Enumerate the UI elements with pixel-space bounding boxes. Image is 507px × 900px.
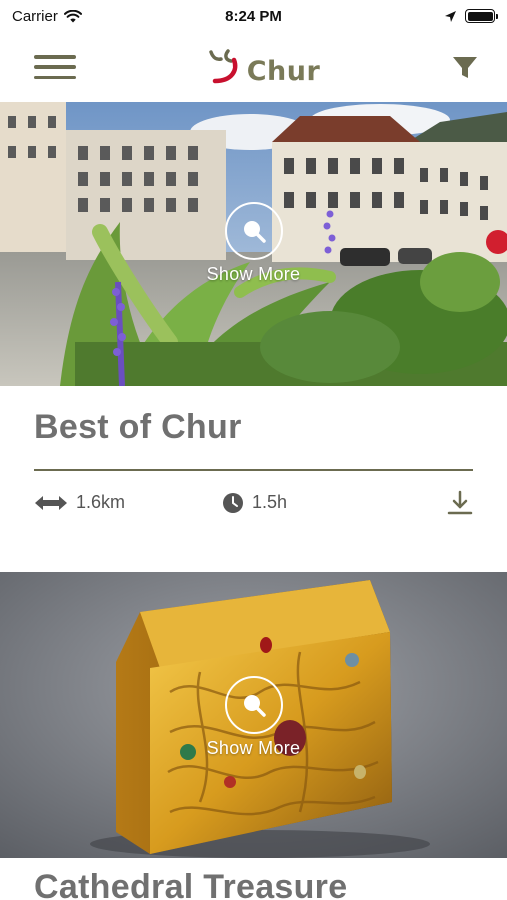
magnifier-icon: [243, 695, 266, 717]
tour-meta: 1.6km 1.5h: [34, 490, 473, 516]
download-icon[interactable]: [447, 490, 473, 516]
show-more-button[interactable]: Show More: [0, 202, 507, 285]
show-more-button[interactable]: Show More: [0, 676, 507, 759]
carrier-label: Carrier: [12, 7, 58, 25]
location-arrow-icon: [445, 10, 456, 22]
wifi-icon: [63, 9, 82, 22]
filter-funnel-icon[interactable]: [451, 53, 479, 81]
menu-bar-middle: [34, 65, 76, 69]
status-left: Carrier: [12, 8, 82, 25]
tour-title[interactable]: Best of Chur: [34, 408, 473, 447]
show-more-circle: [224, 202, 283, 260]
tour-card-body: Cathedral Treasure: [0, 858, 507, 900]
tour-distance: 1.6km: [34, 492, 222, 513]
battery-icon: [465, 9, 498, 23]
menu-bar-bottom: [34, 75, 76, 79]
show-more-circle: [224, 676, 283, 734]
card-divider: [34, 469, 473, 471]
logo-text: Chur: [246, 55, 321, 87]
duration-value: 1.5h: [252, 492, 288, 512]
app-logo: Chur: [207, 48, 321, 87]
app-header: Chur: [0, 32, 507, 102]
status-right: [444, 9, 498, 23]
chur-logo-icon: [208, 49, 238, 84]
status-bar: Carrier 8:24 PM: [0, 0, 507, 32]
clock-icon: [223, 492, 243, 513]
menu-bar-top: [34, 55, 76, 59]
hamburger-menu-icon[interactable]: [34, 52, 76, 82]
tour-duration: 1.5h: [222, 492, 436, 514]
tour-title[interactable]: Cathedral Treasure: [34, 868, 473, 900]
tour-image-town-square[interactable]: Show More: [0, 102, 507, 386]
tour-card[interactable]: Show More Cathedral Treasure: [0, 572, 507, 900]
show-more-label: Show More: [206, 264, 301, 284]
distance-value: 1.6km: [76, 492, 126, 512]
magnifier-icon: [243, 221, 266, 243]
tour-image-reliquary[interactable]: Show More: [0, 572, 507, 858]
show-more-label: Show More: [206, 738, 301, 758]
battery-level: [467, 11, 493, 21]
distance-arrows-icon: [35, 495, 67, 510]
tour-card-body: Best of Chur 1.6km 1.5h: [0, 386, 507, 515]
tour-card[interactable]: Show More Best of Chur 1.6km 1.5h: [0, 102, 507, 515]
